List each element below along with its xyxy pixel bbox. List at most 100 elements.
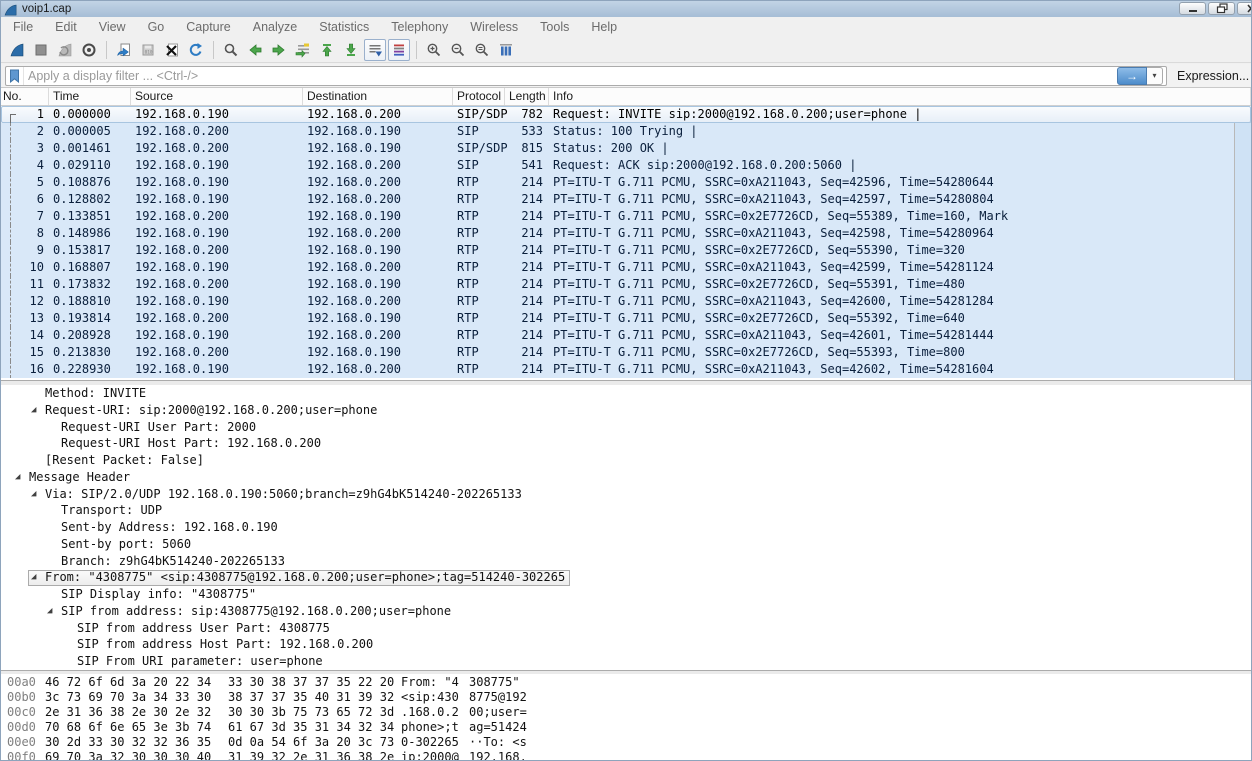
- packet-row[interactable]: 10.000000192.168.0.190192.168.0.200SIP/S…: [1, 106, 1251, 123]
- expand-arrow-icon[interactable]: ◢: [45, 603, 61, 620]
- packet-list-pane: No.TimeSourceDestinationProtocolLengthIn…: [1, 88, 1251, 381]
- detail-row[interactable]: SIP From URI parameter: user=phone: [1, 653, 1251, 670]
- scrollbar-thumb[interactable]: [1235, 122, 1251, 380]
- cell-no: 10: [1, 259, 49, 276]
- close-file-icon[interactable]: [161, 39, 183, 61]
- hex-row[interactable]: 00f069 70 3a 32 30 30 30 4031 39 32 2e 3…: [1, 750, 1251, 761]
- packet-row[interactable]: 40.029110192.168.0.190192.168.0.200SIP54…: [1, 157, 1251, 174]
- packet-row[interactable]: 20.000005192.168.0.200192.168.0.190SIP53…: [1, 123, 1251, 140]
- detail-row[interactable]: SIP Display info: "4308775": [1, 586, 1251, 603]
- menu-item-edit[interactable]: Edit: [44, 18, 88, 37]
- find-packet-icon[interactable]: [220, 39, 242, 61]
- menu-item-wireless[interactable]: Wireless: [459, 18, 529, 37]
- detail-row[interactable]: ◢Via: SIP/2.0/UDP 192.168.0.190:5060;bra…: [1, 486, 1251, 503]
- auto-scroll-icon[interactable]: [364, 39, 386, 61]
- column-header-info[interactable]: Info: [549, 88, 1251, 105]
- column-header-time[interactable]: Time: [49, 88, 131, 105]
- packet-row[interactable]: 160.228930192.168.0.190192.168.0.200RTP2…: [1, 361, 1251, 378]
- menu-item-telephony[interactable]: Telephony: [380, 18, 459, 37]
- zoom-reset-icon[interactable]: [471, 39, 493, 61]
- detail-row[interactable]: Sent-by Address: 192.168.0.190: [1, 519, 1251, 536]
- detail-row[interactable]: Request-URI Host Part: 192.168.0.200: [1, 435, 1251, 452]
- minimize-button[interactable]: [1179, 2, 1206, 15]
- cell-length: 214: [505, 310, 549, 327]
- reload-file-icon[interactable]: [185, 39, 207, 61]
- start-capture-icon[interactable]: [6, 39, 28, 61]
- filter-dropdown-button[interactable]: ▾: [1147, 67, 1163, 85]
- detail-row[interactable]: Request-URI User Part: 2000: [1, 419, 1251, 436]
- go-forward-icon[interactable]: [268, 39, 290, 61]
- zoom-in-icon[interactable]: [423, 39, 445, 61]
- menu-item-statistics[interactable]: Statistics: [308, 18, 380, 37]
- detail-row[interactable]: Sent-by port: 5060: [1, 536, 1251, 553]
- detail-row[interactable]: ◢From: "4308775" <sip:4308775@192.168.0.…: [1, 569, 1251, 586]
- hex-row[interactable]: 00d070 68 6f 6e 65 3e 3b 7461 67 3d 35 3…: [1, 720, 1251, 735]
- colorize-icon[interactable]: [388, 39, 410, 61]
- packet-row[interactable]: 60.128802192.168.0.190192.168.0.200RTP21…: [1, 191, 1251, 208]
- packet-row[interactable]: 80.148986192.168.0.190192.168.0.200RTP21…: [1, 225, 1251, 242]
- detail-row-selected: ◢From: "4308775" <sip:4308775@192.168.0.…: [28, 570, 570, 586]
- restart-capture-icon[interactable]: [54, 39, 76, 61]
- zoom-out-icon[interactable]: [447, 39, 469, 61]
- packet-row[interactable]: 120.188810192.168.0.190192.168.0.200RTP2…: [1, 293, 1251, 310]
- column-header-protocol[interactable]: Protocol: [453, 88, 505, 105]
- detail-row[interactable]: SIP from address Host Part: 192.168.0.20…: [1, 636, 1251, 653]
- packet-row[interactable]: 130.193814192.168.0.200192.168.0.190RTP2…: [1, 310, 1251, 327]
- open-file-icon[interactable]: [113, 39, 135, 61]
- packet-row[interactable]: 30.001461192.168.0.200192.168.0.190SIP/S…: [1, 140, 1251, 157]
- go-to-bottom-icon[interactable]: [340, 39, 362, 61]
- packet-row[interactable]: 140.208928192.168.0.190192.168.0.200RTP2…: [1, 327, 1251, 344]
- packet-row[interactable]: 110.173832192.168.0.200192.168.0.190RTP2…: [1, 276, 1251, 293]
- menu-item-tools[interactable]: Tools: [529, 18, 580, 37]
- capture-options-icon[interactable]: [78, 39, 100, 61]
- menu-item-file[interactable]: File: [2, 18, 44, 37]
- detail-row[interactable]: ◢Request-URI: sip:2000@192.168.0.200;use…: [1, 402, 1251, 419]
- expand-arrow-icon[interactable]: ◢: [13, 469, 29, 486]
- apply-filter-button[interactable]: →: [1117, 67, 1147, 85]
- menu-item-view[interactable]: View: [88, 18, 137, 37]
- filter-bookmark-icon[interactable]: [6, 67, 24, 85]
- packet-row[interactable]: 100.168807192.168.0.190192.168.0.200RTP2…: [1, 259, 1251, 276]
- expand-arrow-icon[interactable]: ◢: [29, 402, 45, 419]
- expand-arrow-icon[interactable]: ◢: [29, 569, 45, 586]
- expand-arrow-icon[interactable]: ◢: [29, 486, 45, 503]
- packet-row[interactable]: 90.153817192.168.0.200192.168.0.190RTP21…: [1, 242, 1251, 259]
- packet-row[interactable]: 70.133851192.168.0.200192.168.0.190RTP21…: [1, 208, 1251, 225]
- display-filter-input[interactable]: [24, 69, 1117, 83]
- column-header-source[interactable]: Source: [131, 88, 303, 105]
- stop-capture-icon[interactable]: [30, 39, 52, 61]
- detail-row[interactable]: Method: INVITE: [1, 385, 1251, 402]
- resize-columns-icon[interactable]: [495, 39, 517, 61]
- menu-item-help[interactable]: Help: [580, 18, 628, 37]
- restore-button[interactable]: [1208, 2, 1235, 15]
- hex-row[interactable]: 00a046 72 6f 6d 3a 20 22 3433 30 38 37 3…: [1, 675, 1251, 690]
- hex-row[interactable]: 00c02e 31 36 38 2e 30 2e 3230 30 3b 75 7…: [1, 705, 1251, 720]
- detail-row[interactable]: [Resent Packet: False]: [1, 452, 1251, 469]
- expression-button[interactable]: Expression...: [1177, 69, 1249, 83]
- detail-row[interactable]: ◢Message Header: [1, 469, 1251, 486]
- detail-row[interactable]: SIP from address User Part: 4308775: [1, 620, 1251, 637]
- detail-row[interactable]: ◢SIP from address: sip:4308775@192.168.0…: [1, 603, 1251, 620]
- close-button[interactable]: [1237, 2, 1251, 15]
- packet-row[interactable]: 50.108876192.168.0.190192.168.0.200RTP21…: [1, 174, 1251, 191]
- save-file-icon[interactable]: 010: [137, 39, 159, 61]
- go-to-packet-icon[interactable]: [292, 39, 314, 61]
- packet-list-scrollbar[interactable]: ▲: [1234, 106, 1251, 380]
- column-header-length[interactable]: Length: [505, 88, 549, 105]
- hex-bytes: 38 37 37 35 40 31 39 32: [228, 690, 401, 705]
- detail-row[interactable]: Transport: UDP: [1, 502, 1251, 519]
- column-header-destination[interactable]: Destination: [303, 88, 453, 105]
- hex-row[interactable]: 00e030 2d 33 30 32 32 36 350d 0a 54 6f 3…: [1, 735, 1251, 750]
- cell-protocol: RTP: [453, 259, 505, 276]
- menu-item-capture[interactable]: Capture: [175, 18, 241, 37]
- menu-item-analyze[interactable]: Analyze: [242, 18, 308, 37]
- menu-item-go[interactable]: Go: [137, 18, 176, 37]
- hex-row[interactable]: 00b03c 73 69 70 3a 34 33 3038 37 37 35 4…: [1, 690, 1251, 705]
- packet-row[interactable]: 150.213830192.168.0.200192.168.0.190RTP2…: [1, 344, 1251, 361]
- column-header-no[interactable]: No.: [1, 88, 49, 105]
- detail-row[interactable]: Branch: z9hG4bK514240-202265133: [1, 553, 1251, 570]
- cell-info: PT=ITU-T G.711 PCMU, SSRC=0xA211043, Seq…: [549, 327, 1251, 344]
- go-to-top-icon[interactable]: [316, 39, 338, 61]
- go-back-icon[interactable]: [244, 39, 266, 61]
- packet-list-rows: 10.000000192.168.0.190192.168.0.200SIP/S…: [1, 106, 1251, 378]
